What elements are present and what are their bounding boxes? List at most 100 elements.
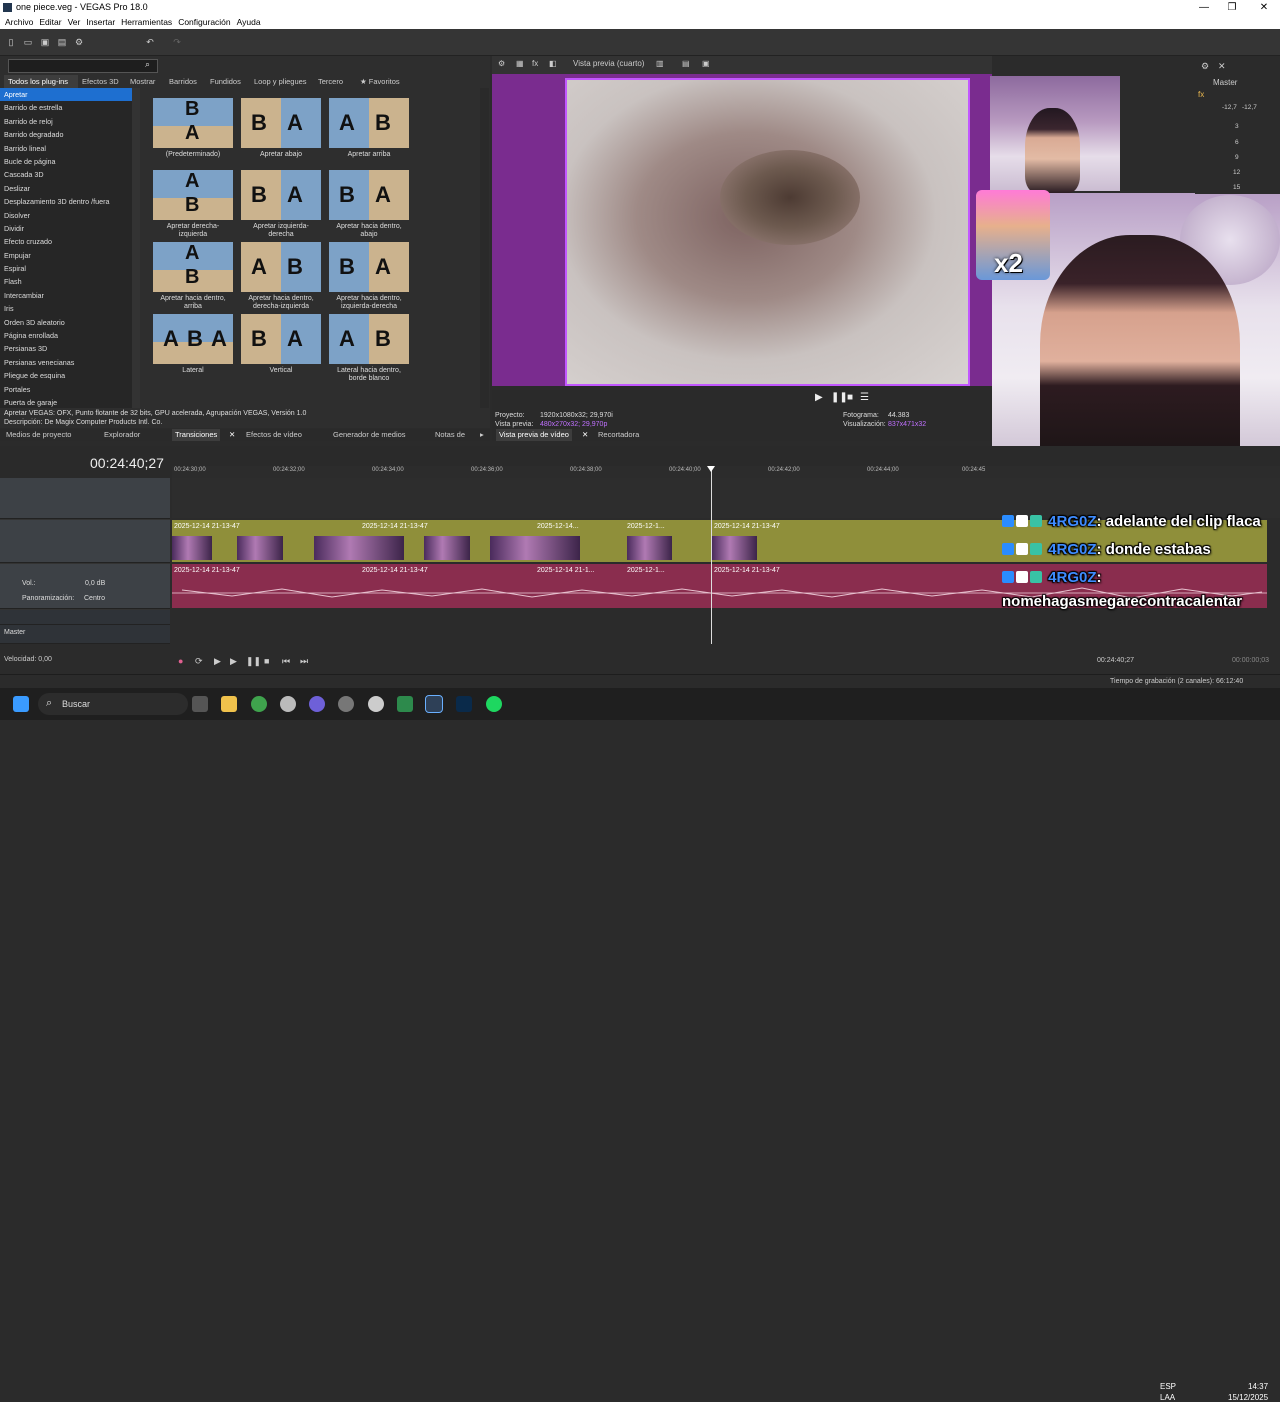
split-screen-icon[interactable]: ◧ — [549, 59, 557, 68]
plugin-list-item[interactable]: Empujar — [0, 249, 140, 262]
preset-thumbnail[interactable]: A B Lateral hacia dentro, borde blanco — [329, 314, 409, 383]
preview-play-icon[interactable]: ▶ — [815, 392, 823, 403]
steam-icon[interactable] — [368, 696, 384, 712]
loop-icon[interactable]: ⟳ — [195, 656, 203, 667]
plugin-list-item[interactable]: Desplazamiento 3D dentro /fuera — [0, 195, 140, 208]
play-from-start-icon[interactable]: ▶ — [214, 656, 221, 667]
tab-favoritos[interactable]: ★ Favoritos — [360, 75, 400, 88]
tab-fundidos[interactable]: Fundidos — [210, 75, 241, 88]
plugin-list-item[interactable]: Orden 3D aleatorio — [0, 316, 140, 329]
plugin-list-item[interactable]: Cascada 3D — [0, 168, 140, 181]
spotify-icon[interactable] — [486, 696, 502, 712]
timeline-ruler[interactable]: 00:24:30;00 00:24:32;00 00:24:34;00 00:2… — [172, 466, 1280, 478]
master-fx-icon[interactable]: fx — [1198, 90, 1204, 99]
clock-time[interactable]: 14:37 — [1248, 1382, 1268, 1391]
chrome-icon[interactable] — [251, 696, 267, 712]
preset-thumbnail[interactable]: A B A Lateral — [153, 314, 233, 375]
clock-date[interactable]: 15/12/2025 — [1228, 1393, 1268, 1402]
photoshop-icon[interactable] — [456, 696, 472, 712]
plugin-list-item[interactable]: Barrido de reloj — [0, 115, 140, 128]
preview-pause-icon[interactable]: ❚❚ — [831, 392, 848, 403]
track-header-bus[interactable] — [0, 610, 170, 625]
menu-herramientas[interactable]: Herramientas — [118, 15, 175, 29]
tab-mostrar[interactable]: Mostrar — [130, 75, 155, 88]
menu-configuracion[interactable]: Configuración — [175, 15, 233, 29]
vegas-taskbar-icon[interactable] — [425, 695, 443, 713]
tab-loop-y-pliegues[interactable]: Loop y pliegues — [254, 75, 307, 88]
close-transiciones-icon[interactable]: ✕ — [229, 429, 235, 441]
keyboard-layout[interactable]: LAA — [1160, 1393, 1175, 1402]
tab-generador-de-medios[interactable]: Generador de medios — [333, 429, 406, 441]
tab-recortadora[interactable]: Recortadora — [598, 429, 639, 441]
menu-editar[interactable]: Editar — [36, 15, 64, 29]
video-fx-icon[interactable]: fx — [532, 59, 538, 68]
go-to-start-icon[interactable]: ⏮ — [282, 656, 290, 667]
close-button[interactable]: ✕ — [1248, 0, 1280, 15]
preset-thumbnail[interactable]: B A Vertical — [241, 314, 321, 375]
tab-efectos-de-video[interactable]: Efectos de vídeo — [246, 429, 302, 441]
tab-transiciones[interactable]: Transiciones — [172, 429, 221, 441]
task-view-icon[interactable] — [192, 696, 208, 712]
preview-quality-select[interactable]: Vista previa (cuarto) — [573, 59, 644, 68]
menu-insertar[interactable]: Insertar — [83, 15, 118, 29]
save-snapshot-icon[interactable]: ▣ — [702, 59, 710, 68]
master-close-icon[interactable]: ✕ — [1218, 61, 1226, 72]
tabs-overflow-icon[interactable]: ▸ — [480, 429, 484, 441]
plugin-list-scrollbar[interactable] — [132, 88, 140, 408]
go-to-end-icon[interactable]: ⏭ — [300, 656, 308, 667]
plugin-list-item[interactable]: Portales — [0, 383, 140, 396]
plugin-list-item[interactable]: Apretar — [0, 88, 140, 102]
plugin-list-item[interactable]: Espiral — [0, 262, 140, 275]
preset-thumbnail[interactable]: B A Apretar hacia dentro, izquierda-derech… — [329, 242, 409, 311]
track-header-empty[interactable] — [0, 478, 170, 519]
plugin-list-item[interactable]: Intercambiar — [0, 289, 140, 302]
undo-icon[interactable]: ↶ — [145, 37, 155, 47]
preset-thumbnail[interactable]: A B Apretar hacia dentro, arriba — [153, 242, 233, 311]
play-icon[interactable]: ▶ — [230, 656, 237, 667]
plugin-list-item[interactable]: Disolver — [0, 209, 140, 222]
tab-barridos[interactable]: Barridos — [169, 75, 197, 88]
tab-tercero[interactable]: Tercero — [318, 75, 343, 88]
stop-icon[interactable]: ■ — [264, 656, 269, 666]
playhead-marker[interactable] — [707, 466, 715, 472]
plugin-list-item[interactable]: Persianas 3D — [0, 342, 140, 355]
settings-icon[interactable] — [280, 696, 296, 712]
preview-menu-icon[interactable]: ☰ — [860, 392, 869, 403]
plugin-list-item[interactable]: Pliegue de esquina — [0, 369, 140, 382]
close-vista-previa-icon[interactable]: ✕ — [582, 429, 588, 441]
discord-icon[interactable] — [309, 696, 325, 712]
plugin-list-item[interactable]: Barrido de estrella — [0, 101, 140, 114]
windows-start-icon[interactable] — [13, 696, 29, 712]
tab-explorador[interactable]: Explorador — [104, 429, 140, 441]
plugin-list-item[interactable]: Persianas venecianas — [0, 356, 140, 369]
project-properties-icon[interactable]: ▦ — [516, 59, 524, 68]
open-folder-icon[interactable]: ▭ — [23, 37, 33, 47]
preview-stop-icon[interactable]: ■ — [847, 392, 853, 403]
pause-icon[interactable]: ❚❚ — [246, 656, 261, 667]
playhead[interactable] — [711, 466, 712, 644]
redo-icon[interactable]: ↷ — [172, 37, 182, 47]
tab-vista-previa-de-video[interactable]: Vista previa de vídeo — [496, 429, 572, 441]
preset-thumbnail[interactable]: B A Apretar izquierda-derecha — [241, 170, 321, 239]
xbox-icon[interactable] — [397, 696, 413, 712]
plugin-list-item[interactable]: Deslizar — [0, 182, 140, 195]
plugin-list-item[interactable]: Flash — [0, 275, 140, 288]
plugin-search-input[interactable] — [8, 59, 158, 73]
timeline-empty-lane[interactable] — [172, 478, 1280, 518]
plugin-list-item[interactable]: Dividir — [0, 222, 140, 235]
track-header-audio[interactable]: Vol.: 0,0 dB Panoramización: Centro — [0, 564, 170, 609]
obs-icon[interactable] — [338, 696, 354, 712]
save-icon[interactable]: ▣ — [40, 37, 50, 47]
menu-ver[interactable]: Ver — [65, 15, 84, 29]
preset-thumbnail[interactable]: B A Apretar hacia dentro, abajo — [329, 170, 409, 239]
settings-gear-icon[interactable]: ⚙ — [74, 37, 84, 47]
plugin-list-item[interactable]: Iris — [0, 302, 140, 315]
master-settings-icon[interactable]: ⚙ — [1201, 61, 1209, 72]
preset-thumbnail[interactable]: A B Apretar hacia dentro, derecha-izquierd… — [241, 242, 321, 311]
preset-grid-scrollbar[interactable] — [480, 88, 489, 408]
tab-todos-los-plugins[interactable]: Todos los plug-ins — [4, 75, 78, 88]
track-header-video[interactable] — [0, 520, 170, 563]
copy-snapshot-icon[interactable]: ▤ — [682, 59, 690, 68]
taskbar-search[interactable]: ⌕ Buscar — [38, 693, 188, 715]
tab-notas[interactable]: Notas de — [435, 429, 465, 441]
